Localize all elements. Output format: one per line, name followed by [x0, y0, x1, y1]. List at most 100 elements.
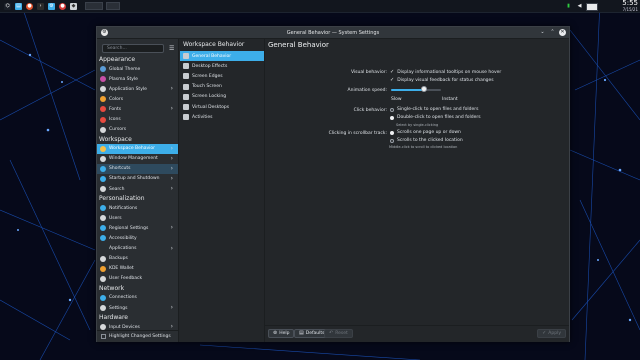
sidebar-item-fonts[interactable]: Fonts ›: [97, 104, 178, 114]
chevron-right-icon: ›: [170, 303, 173, 311]
highlight-changed-settings[interactable]: Highlight Changed Settings: [97, 330, 178, 342]
sidebar-item-shortcuts[interactable]: Shortcuts ›: [97, 163, 178, 174]
radio-icon: [390, 107, 394, 112]
sidebar-item-label: Shortcuts: [109, 166, 131, 172]
global-theme-icon: [100, 66, 106, 73]
help-button[interactable]: ⊚ Help: [268, 329, 295, 338]
sidebar-item-startup-and-shutdown[interactable]: Startup and Shutdown ›: [97, 174, 178, 184]
connections-icon: [100, 294, 106, 301]
taskbar-entry[interactable]: [106, 2, 120, 10]
sidebar-item-notifications[interactable]: Notifications: [97, 203, 178, 213]
visual-feedback-checkbox[interactable]: ✓ Display visual feedback for status cha…: [390, 77, 494, 83]
app-icon-red[interactable]: ●: [59, 2, 66, 10]
category-header: Network: [99, 284, 125, 292]
sidebar-item-users[interactable]: Users: [97, 213, 178, 223]
subcategory-label: Touch Screen: [192, 84, 222, 90]
volume-icon[interactable]: ◀: [576, 3, 583, 10]
system-tray: ▮ ◀: [561, 0, 598, 13]
sidebar-item-accessibility[interactable]: Accessibility: [97, 233, 178, 243]
cursors-icon: [100, 126, 106, 133]
reset-button[interactable]: ↶ Reset: [324, 329, 353, 338]
sidebar-item-kde-wallet[interactable]: KDE Wallet: [97, 264, 178, 274]
close-icon[interactable]: ✕: [559, 29, 566, 36]
sidebar-item-icons[interactable]: Icons: [97, 114, 178, 124]
double-click-radio[interactable]: Double-click to open files and folders: [390, 115, 481, 120]
user-feedback-icon: [100, 275, 106, 282]
system-settings-app-icon[interactable]: ⚙: [101, 29, 108, 36]
sidebar-item-label: Window Management: [109, 156, 158, 162]
apply-button[interactable]: ✓ Apply: [537, 329, 566, 338]
page-title: General Behavior: [268, 41, 329, 49]
reset-label: Reset: [335, 331, 348, 336]
tooltips-checkbox[interactable]: ✓ Display informational tooltips on mous…: [390, 69, 501, 75]
single-click-radio[interactable]: Single-click to open files and folders: [390, 107, 478, 112]
browser-icon[interactable]: ●: [26, 2, 33, 10]
sidebar-item-connections[interactable]: Connections: [97, 293, 178, 303]
sidebar-item-plasma-style[interactable]: Plasma Style: [97, 74, 178, 84]
defaults-label: Defaults: [305, 331, 325, 336]
launcher-icon[interactable]: ⌬: [4, 2, 11, 10]
tray-box[interactable]: [586, 2, 598, 11]
maximize-icon[interactable]: ⌃: [549, 29, 556, 36]
subcategory-activities[interactable]: Activities: [180, 112, 264, 122]
settings-icon[interactable]: ⚙: [48, 2, 55, 10]
accessibility-icon: [100, 235, 106, 242]
scroll-location-label: Scrolls to the clicked location: [397, 138, 463, 143]
colors-icon: [100, 96, 106, 103]
slider-instant-label: Instant: [442, 97, 458, 102]
subcategory-general-behavior[interactable]: General Behavior: [180, 51, 264, 62]
highlight-checkbox[interactable]: [101, 334, 106, 339]
title-bar[interactable]: ⚙ General Behavior — System Settings ⌄ ⌃…: [97, 27, 569, 39]
sidebar-item-global-theme[interactable]: Global Theme: [97, 64, 178, 74]
terminal-icon[interactable]: ›: [37, 2, 44, 10]
sidebar-item-cursors[interactable]: Cursors: [97, 125, 178, 135]
sidebar-item-search[interactable]: Search ›: [97, 184, 178, 194]
scroll-page-radio[interactable]: Scrolls one page up or down: [390, 130, 461, 135]
subcategory-icon: [183, 83, 189, 90]
sidebar-item-application-style[interactable]: Application Style ›: [97, 84, 178, 94]
subcategory-touch-screen[interactable]: Touch Screen: [180, 82, 264, 92]
slider-handle[interactable]: [420, 86, 427, 92]
taskbar-entry[interactable]: [85, 2, 103, 10]
subcategory-desktop-effects[interactable]: Desktop Effects: [180, 61, 264, 71]
sidebar-item-colors[interactable]: Colors: [97, 94, 178, 104]
sidebar-item-workspace-behavior[interactable]: Workspace Behavior ›: [97, 143, 178, 154]
subcategory-screen-edges[interactable]: Screen Edges: [180, 71, 264, 81]
sidebar-item-label: Global Theme: [109, 66, 141, 72]
single-click-label: Single-click to open files and folders: [397, 107, 479, 112]
animation-speed-slider[interactable]: [391, 86, 441, 92]
sidebar-item-backups[interactable]: Backups: [97, 254, 178, 264]
sidebar-item-settings[interactable]: Settings ›: [97, 303, 178, 313]
slider-slow-label: Slow: [391, 97, 402, 102]
sidebar-item-regional-settings[interactable]: Regional Settings ›: [97, 223, 178, 233]
file-manager-icon[interactable]: ▤: [15, 2, 22, 10]
visual-feedback-label: Display visual feedback for status chang…: [397, 77, 494, 83]
subcategory-screen-locking[interactable]: Screen Locking: [180, 92, 264, 102]
bottom-button-bar: ⊚ Help ▤ Defaults ↶ Reset ✓ Apply: [265, 325, 569, 342]
hamburger-menu-icon[interactable]: ☰: [169, 45, 176, 52]
sidebar-item-label: Users: [109, 215, 122, 221]
scroll-location-radio[interactable]: Scrolls to the clicked location: [390, 138, 463, 143]
tooltips-label: Display informational tooltips on mouse …: [397, 69, 502, 75]
chevron-right-icon: ›: [170, 144, 173, 152]
sidebar-item-window-management[interactable]: Window Management ›: [97, 154, 178, 164]
minimize-icon[interactable]: ⌄: [539, 29, 546, 36]
subcategory-virtual-desktops[interactable]: Virtual Desktops: [180, 102, 264, 112]
users-icon: [100, 215, 106, 222]
clock[interactable]: 5:55 7/15/21: [622, 0, 638, 12]
help-icon: ⊚: [273, 330, 278, 336]
apply-icon: ✓: [542, 330, 547, 336]
sidebar-item-label: KDE Wallet: [109, 266, 134, 272]
apply-label: Apply: [548, 331, 561, 336]
sidebar-item-user-feedback[interactable]: User Feedback: [97, 274, 178, 284]
subcategory-list: General Behavior Desktop Effects Screen Ed…: [180, 51, 264, 122]
clock-date: 7/15/21: [622, 7, 638, 12]
sidebar-item-label: User Feedback: [109, 276, 143, 282]
task-icon[interactable]: ◆: [70, 2, 77, 10]
sidebar-item-applications[interactable]: Applications ›: [97, 244, 178, 254]
search-input[interactable]: Search...: [102, 44, 164, 53]
window-title: General Behavior — System Settings: [286, 29, 380, 36]
slider-fill: [391, 89, 424, 91]
subcategory-label: Activities: [192, 114, 213, 120]
network-icon[interactable]: ▮: [565, 3, 572, 10]
